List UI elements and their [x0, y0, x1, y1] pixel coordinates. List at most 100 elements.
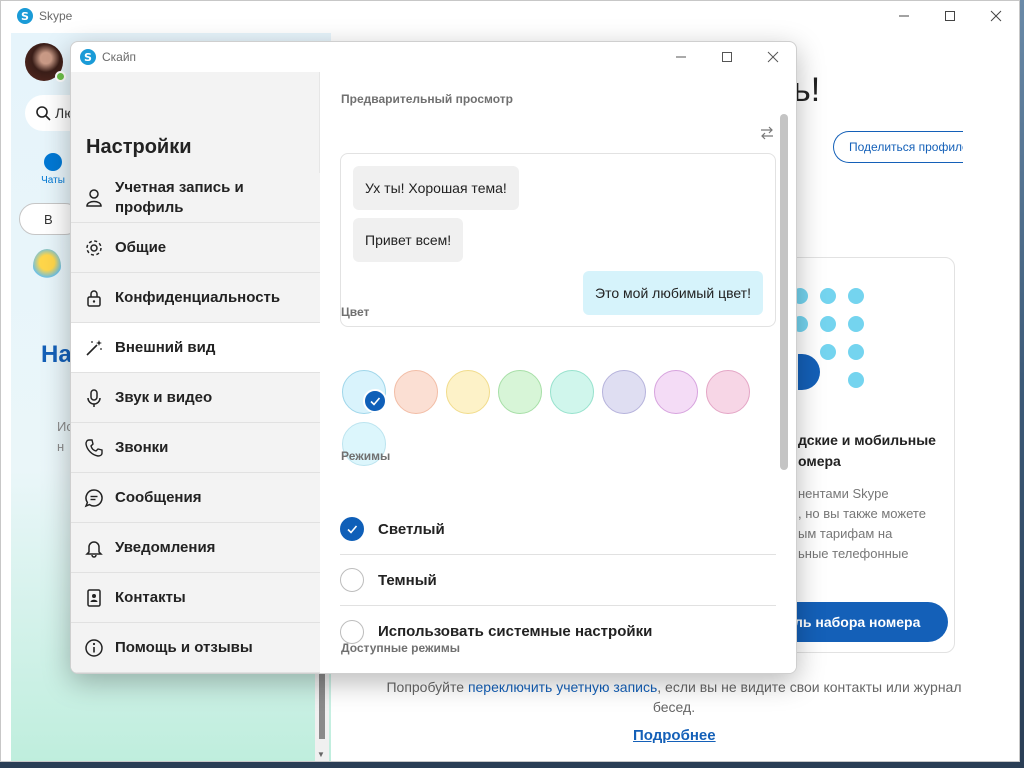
- dialog-minimize-button[interactable]: [658, 42, 704, 72]
- nav-chats[interactable]: Чаты: [33, 153, 73, 186]
- card-description: нентами Skype , но вы также можете ым та…: [798, 484, 954, 564]
- nav-item-account[interactable]: Учетная запись и профиль: [71, 173, 320, 223]
- sidebar-heading: На: [41, 341, 72, 368]
- scrollbar-thumb[interactable]: [319, 673, 325, 739]
- close-icon: [767, 51, 779, 63]
- nav-item-label: Звук и видео: [115, 388, 212, 408]
- settings-heading: Настройки: [86, 136, 192, 158]
- greeting-text: ь!: [793, 71, 821, 109]
- dialog-maximize-button[interactable]: [704, 42, 750, 72]
- phone-icon: [83, 437, 105, 459]
- dialog-titlebar: S Скайп: [71, 42, 796, 72]
- search-icon: [36, 106, 51, 121]
- nav-item-label-line2: профиль: [115, 198, 184, 216]
- color-swatch[interactable]: [602, 370, 646, 414]
- skype-logo-icon: S: [17, 8, 33, 24]
- dialog-title: Скайп: [102, 50, 137, 64]
- nav-item-label: Внешний вид: [115, 338, 215, 358]
- lightbulb-icon: [33, 249, 61, 283]
- dialpad-button[interactable]: ль набора номера: [782, 602, 948, 642]
- nav-item-label-line1: Помощь и отзывы: [115, 638, 253, 656]
- magic-wand-icon: [83, 337, 105, 359]
- card-title-line2: омера: [798, 453, 841, 469]
- modes-label: Режимы: [341, 449, 391, 463]
- close-button[interactable]: [973, 1, 1019, 31]
- nav-item-label-line1: Внешний вид: [115, 338, 216, 356]
- learn-more-link[interactable]: Подробнее: [633, 727, 716, 744]
- nav-item-label: Уведомления: [115, 538, 215, 558]
- maximize-icon: [722, 52, 732, 62]
- footer-text-after: , если вы не видите свои контакты или жу…: [652, 679, 962, 715]
- share-profile-button[interactable]: Поделиться профилем: [833, 131, 963, 163]
- switch-account-link[interactable]: переключить учетную запись: [468, 679, 657, 695]
- color-swatch[interactable]: [498, 370, 542, 414]
- skype-logo-icon: S: [80, 49, 96, 65]
- mode-option[interactable]: Светлый: [340, 504, 776, 555]
- preview-message-2: Привет всем!: [353, 218, 464, 262]
- meet-now-label: В: [44, 211, 53, 227]
- card-text-line1: нентами Skype: [798, 486, 889, 501]
- nav-item-label-line1: Уведомления: [115, 538, 216, 556]
- radio-unchecked-icon[interactable]: [340, 568, 364, 592]
- checkmark-icon: [363, 389, 387, 413]
- color-swatch[interactable]: [654, 370, 698, 414]
- color-swatch[interactable]: [394, 370, 438, 414]
- mode-options: Светлый Темный Использовать системные наст…: [340, 504, 776, 657]
- nav-item-label: Конфиденциальность: [115, 288, 280, 308]
- sidebar-scrollbar[interactable]: ▼: [315, 673, 329, 761]
- radio-checked-icon[interactable]: [340, 517, 364, 541]
- card-text-line3: ым тарифам на: [798, 526, 893, 541]
- gear-icon: [83, 237, 105, 259]
- minimize-button[interactable]: [881, 1, 927, 31]
- maximize-button[interactable]: [927, 1, 973, 31]
- mode-option-label: Использовать системные настройки: [378, 623, 653, 640]
- nav-item-label: Контакты: [115, 588, 186, 608]
- swap-icon[interactable]: [760, 126, 774, 140]
- scroll-down-arrow-icon[interactable]: ▼: [317, 750, 325, 759]
- theme-preview: Ух ты! Хорошая тема! Привет всем! Это мо…: [340, 153, 776, 327]
- color-swatch[interactable]: [706, 370, 750, 414]
- nav-item-audio-video[interactable]: Звук и видео: [71, 373, 320, 423]
- nav-item-label: Учетная запись и профиль: [115, 178, 244, 218]
- nav-item-privacy[interactable]: Конфиденциальность: [71, 273, 320, 323]
- maximize-icon: [945, 11, 955, 21]
- radio-unchecked-icon[interactable]: [340, 619, 364, 644]
- minimize-icon: [676, 56, 686, 58]
- preview-label: Предварительный просмотр: [341, 92, 513, 106]
- nav-item-appearance[interactable]: Внешний вид: [71, 323, 320, 373]
- nav-item-label-line1: Звонки: [115, 438, 169, 456]
- nav-item-label: Помощь и отзывы: [115, 638, 253, 658]
- nav-chats-label: Чаты: [41, 175, 65, 186]
- settings-dialog: S Скайп Настройки Учетная запись и профил…: [70, 41, 797, 674]
- card-text-line4: ьные телефонные: [798, 546, 909, 561]
- color-swatch[interactable]: [550, 370, 594, 414]
- mode-option[interactable]: Темный: [340, 555, 776, 606]
- footer-text-before: Попробуйте: [386, 679, 465, 695]
- footer-text: Попробуйте переключить учетную запись, е…: [381, 677, 967, 717]
- nav-item-label-line1: Конфиденциальность: [115, 288, 281, 306]
- lock-icon: [83, 287, 105, 309]
- bell-icon: [83, 537, 105, 559]
- settings-nav-list: Учетная запись и профиль Общие Конфиденциал…: [71, 173, 320, 673]
- nav-item-label-line1: Сообщения: [115, 488, 202, 506]
- nav-item-label: Сообщения: [115, 488, 201, 508]
- close-icon: [990, 10, 1002, 22]
- nav-item-messages[interactable]: Сообщения: [71, 473, 320, 523]
- nav-item-contacts[interactable]: Контакты: [71, 573, 320, 623]
- appearance-panel: Предварительный просмотр Ух ты! Хорошая …: [320, 72, 796, 673]
- nav-item-notifications[interactable]: Уведомления: [71, 523, 320, 573]
- main-titlebar: S Skype: [1, 1, 1019, 31]
- nav-item-general[interactable]: Общие: [71, 223, 320, 273]
- nav-item-calls[interactable]: Звонки: [71, 423, 320, 473]
- nav-item-label: Звонки: [115, 438, 168, 458]
- content-scrollbar[interactable]: [780, 114, 788, 470]
- color-swatch[interactable]: [446, 370, 490, 414]
- main-window-title: Skype: [39, 9, 73, 23]
- settings-nav: Настройки Учетная запись и профиль Общие Ко…: [71, 72, 320, 673]
- dialog-close-button[interactable]: [750, 42, 796, 72]
- card-text-line2: , но вы также можете: [798, 506, 926, 521]
- preview-message-1: Ух ты! Хорошая тема!: [353, 166, 519, 210]
- nav-item-help[interactable]: Помощь и отзывы: [71, 623, 320, 673]
- illustration-shape: [798, 354, 820, 390]
- color-swatch[interactable]: [342, 370, 387, 414]
